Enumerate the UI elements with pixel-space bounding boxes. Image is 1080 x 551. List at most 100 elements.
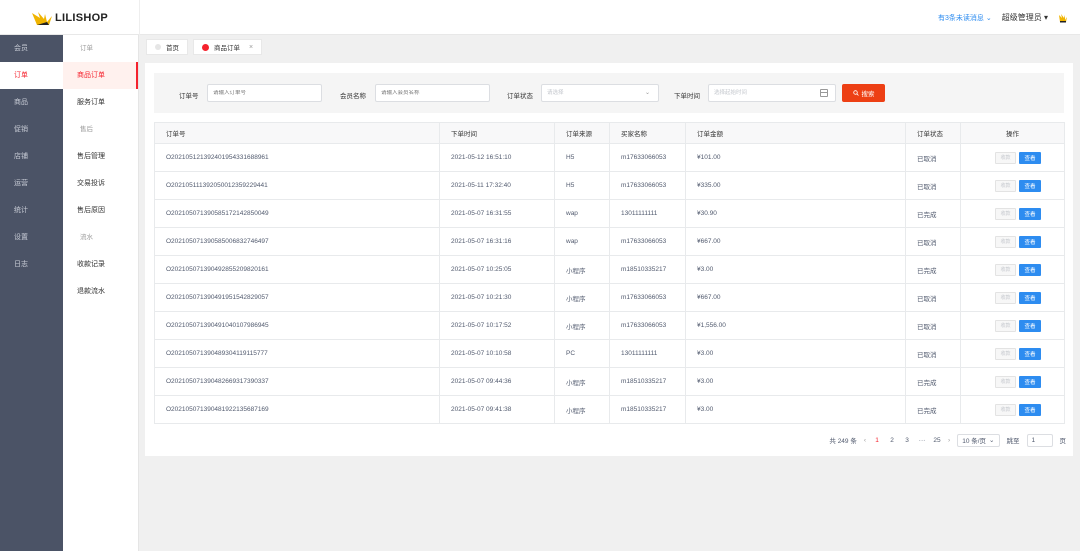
page-3[interactable]: 3 [903, 437, 911, 444]
table-row: O202105071390585006832746497 2021-05-07 1… [154, 227, 1065, 256]
row-actions: 收款 查看 [972, 207, 1064, 220]
order-time-picker[interactable]: 选择起始时间 [708, 84, 836, 102]
order-status-cell: 已取消 [905, 311, 961, 340]
table-row: O202105111392050012359229441 2021-05-11 1… [154, 171, 1065, 200]
order-no-input[interactable] [213, 90, 321, 96]
actions-cell: 收款 查看 [960, 283, 1065, 312]
order-amount-cell: ¥3.00 [685, 367, 906, 396]
order-time-placeholder: 选择起始时间 [714, 90, 748, 96]
caret-down-icon: ▾ [1043, 13, 1048, 22]
total-count: 共 249 条 [829, 438, 857, 445]
column-header[interactable]: 订单金额 [685, 122, 906, 144]
unread-messages-link[interactable]: 有3条未读消息 ⌄ [938, 13, 992, 23]
actions-cell: 收款 查看 [960, 367, 1065, 396]
pagination: 共 249 条 ‹ 1 2 3 ··· 25 › 10 条/页 ⌄ 跳至 页 [829, 433, 1066, 447]
buyer-name-cell: m17633066053 [609, 143, 686, 172]
sub-nav-group-title: 订单 [80, 45, 93, 52]
admin-avatar-icon[interactable] [1058, 13, 1068, 23]
row-actions: 收款 查看 [972, 179, 1064, 192]
view-order-button[interactable]: 查看 [1019, 263, 1041, 276]
tab-dot-icon [155, 44, 161, 50]
main-nav-item[interactable]: 运营 [0, 170, 63, 197]
collect-payment-button: 收款 [995, 151, 1016, 164]
view-order-button[interactable]: 查看 [1019, 347, 1041, 360]
table-row: O202105071390491040107986945 2021-05-07 1… [154, 311, 1065, 340]
order-time-cell: 2021-05-07 10:17:52 [439, 311, 555, 340]
buyer-name-cell: m17633066053 [609, 171, 686, 200]
main-nav-item[interactable]: 日志 [0, 251, 63, 278]
view-order-button[interactable]: 查看 [1019, 375, 1041, 388]
next-page-icon[interactable]: › [948, 437, 950, 444]
logo[interactable]: LILISHOP [0, 0, 140, 35]
column-header[interactable]: 订单状态 [905, 122, 961, 144]
brand-logo-icon [31, 11, 52, 25]
table-row: O202105071390585172142850049 2021-05-07 1… [154, 199, 1065, 228]
tab-home[interactable]: 首页 [146, 39, 188, 55]
page-2[interactable]: 2 [888, 437, 896, 444]
chevron-down-icon: ⌄ [989, 437, 995, 444]
page-25[interactable]: 25 [933, 437, 941, 444]
order-time-cell: 2021-05-12 16:51:10 [439, 143, 555, 172]
search-button[interactable]: 搜索 [842, 84, 885, 102]
main-nav-item[interactable]: 设置 [0, 224, 63, 251]
order-status-select[interactable]: 请选择 ⌄ [541, 84, 659, 102]
order-status-cell: 已取消 [905, 143, 961, 172]
buyer-name-cell: 13011111111 [609, 339, 686, 368]
main-nav-item[interactable]: 会员 [0, 35, 63, 62]
column-header[interactable]: 买家名称 [609, 122, 686, 144]
sub-nav-group-title: 售后 [80, 126, 93, 133]
page-size-select[interactable]: 10 条/页 ⌄ [957, 433, 1000, 447]
column-header[interactable]: 订单来源 [554, 122, 610, 144]
order-source-cell: H5 [554, 171, 610, 200]
order-time-cell: 2021-05-07 09:44:36 [439, 367, 555, 396]
collect-payment-button: 收款 [995, 235, 1016, 248]
view-order-button[interactable]: 查看 [1019, 179, 1041, 192]
buyer-name-cell: m18510335217 [609, 367, 686, 396]
view-order-button[interactable]: 查看 [1019, 403, 1041, 416]
column-header[interactable]: 下单时间 [439, 122, 555, 144]
order-no-cell: O202105121392401954331688961 [154, 143, 440, 172]
page-ellipsis[interactable]: ··· [918, 437, 926, 444]
table-row: O202105121392401954331688961 2021-05-12 1… [154, 143, 1065, 172]
view-order-button[interactable]: 查看 [1019, 235, 1041, 248]
order-status-cell: 已取消 [905, 283, 961, 312]
page-tabs: 首页 商品订单 × [141, 36, 1080, 58]
sub-nav-item[interactable]: 售后管理 [63, 143, 138, 170]
order-time-cell: 2021-05-11 17:32:40 [439, 171, 555, 200]
main-nav-item[interactable]: 统计 [0, 197, 63, 224]
jump-label: 跳至 [1006, 438, 1020, 445]
header-actions: 有3条未读消息 ⌄ 超级管理员 ▾ [938, 0, 1068, 35]
order-amount-cell: ¥30.90 [685, 199, 906, 228]
member-name-input[interactable] [381, 90, 489, 96]
page-1[interactable]: 1 [873, 437, 881, 444]
jump-page-input[interactable] [1026, 433, 1053, 447]
close-icon[interactable]: × [249, 44, 253, 51]
order-no-cell: O202105111392050012359229441 [154, 171, 440, 200]
main-nav-item[interactable]: 订单 [0, 62, 63, 89]
search-form: 订单号 会员名称 订单状态 请选择 ⌄ 下单时间 选择起始时间 搜索 [154, 73, 1064, 113]
sub-nav-item[interactable]: 交易投诉 [63, 170, 138, 197]
order-status-cell: 已完成 [905, 255, 961, 284]
admin-name: 超级管理员 [1001, 13, 1042, 22]
view-order-button[interactable]: 查看 [1019, 319, 1041, 332]
buyer-name-cell: m18510335217 [609, 255, 686, 284]
row-actions: 收款 查看 [972, 347, 1064, 360]
view-order-button[interactable]: 查看 [1019, 151, 1041, 164]
tab-label: 商品订单 [214, 45, 240, 52]
column-header[interactable]: 订单号 [154, 122, 440, 144]
main-nav-item[interactable]: 促销 [0, 116, 63, 143]
main-nav-item[interactable]: 商品 [0, 89, 63, 116]
order-no-label: 订单号 [179, 93, 199, 100]
main-nav-item[interactable]: 店铺 [0, 143, 63, 170]
sub-nav-item[interactable]: 售后原因 [63, 197, 138, 224]
view-order-button[interactable]: 查看 [1019, 291, 1041, 304]
tab-product-orders[interactable]: 商品订单 × [193, 39, 263, 55]
view-order-button[interactable]: 查看 [1019, 207, 1041, 220]
admin-menu[interactable]: 超级管理员 ▾ [1002, 12, 1048, 23]
sub-nav-item[interactable]: 商品订单 [63, 62, 138, 89]
sub-nav-item[interactable]: 收款记录 [63, 251, 138, 278]
prev-page-icon[interactable]: ‹ [864, 437, 866, 444]
sub-nav-item[interactable]: 服务订单 [63, 89, 138, 116]
sub-nav-item[interactable]: 退款流水 [63, 278, 138, 305]
order-status-placeholder: 请选择 [547, 90, 564, 96]
